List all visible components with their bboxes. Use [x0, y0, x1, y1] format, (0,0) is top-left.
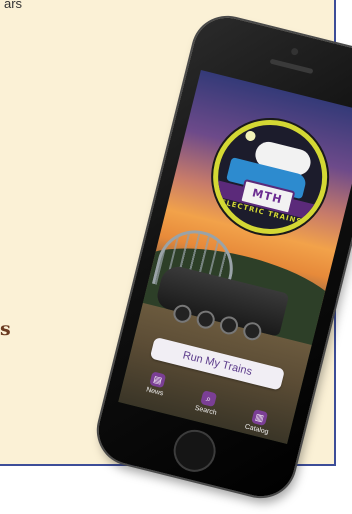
moon-icon [244, 129, 257, 143]
panel-text-fragment-top: ars [4, 0, 23, 11]
speaker-icon [269, 58, 314, 75]
search-icon: ⌕ [200, 390, 218, 408]
front-camera-icon [290, 47, 299, 56]
home-button[interactable] [169, 425, 221, 477]
tab-news[interactable]: ▤ News [130, 367, 184, 401]
news-icon: ▤ [149, 371, 167, 389]
tab-catalog[interactable]: ▥ Catalog [231, 405, 285, 439]
tab-search[interactable]: ⌕ Search [181, 386, 235, 420]
panel-text-fragment-bold: s [0, 318, 11, 340]
catalog-icon: ▥ [251, 409, 269, 427]
app-logo: MTH ELECTRIC TRAINS [201, 107, 340, 247]
